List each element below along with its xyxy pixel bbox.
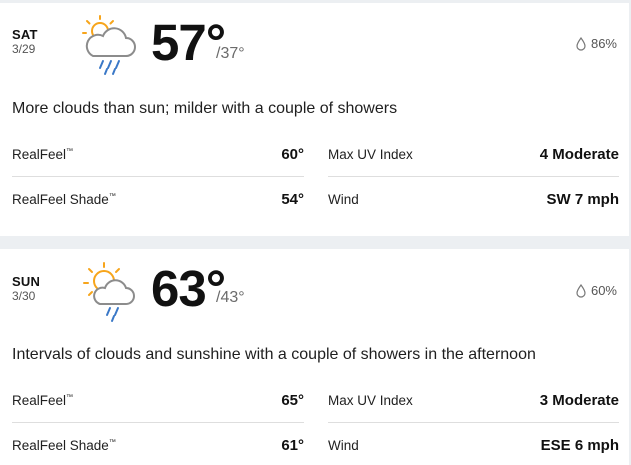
day-of-week: SUN bbox=[12, 274, 41, 289]
precipitation-probability: 86% bbox=[575, 36, 617, 51]
forecast-card-sun[interactable]: SUN 3/30 63° /43° 60% Intervals of cloud… bbox=[0, 249, 629, 465]
forecast-phrase: Intervals of clouds and sunshine with a … bbox=[12, 346, 536, 363]
realfeel-row: RealFeel™ 60° bbox=[12, 132, 304, 177]
realfeel-shade-label: RealFeel Shade™ bbox=[12, 191, 116, 207]
realfeel-row: RealFeel™ 65° bbox=[12, 378, 304, 423]
day-block: SAT 3/29 bbox=[12, 27, 52, 56]
high-temperature: 63° bbox=[151, 260, 226, 317]
wind-label: Wind bbox=[328, 191, 359, 207]
partly-sunny-showers-icon bbox=[83, 262, 135, 322]
forecast-card-sat[interactable]: SAT 3/29 57° /37° 86% More clouds than s… bbox=[0, 3, 629, 236]
realfeel-shade-value: 54° bbox=[281, 190, 304, 208]
raindrop-icon bbox=[576, 36, 586, 51]
raindrop-icon bbox=[576, 283, 586, 298]
partly-cloudy-showers-icon bbox=[82, 15, 136, 75]
max-uv-index-value: 3 Moderate bbox=[539, 391, 619, 409]
realfeel-shade-label: RealFeel Shade™ bbox=[12, 437, 116, 453]
precipitation-value: 60% bbox=[590, 283, 617, 298]
wind-value: ESE 6 mph bbox=[540, 436, 619, 454]
date: 3/29 bbox=[12, 42, 36, 56]
realfeel-shade-row: RealFeel Shade™ 54° bbox=[12, 177, 304, 221]
wind-value: SW 7 mph bbox=[546, 190, 619, 208]
wind-label: Wind bbox=[328, 437, 359, 453]
max-uv-index-label: Max UV Index bbox=[328, 146, 413, 162]
date: 3/30 bbox=[12, 289, 36, 303]
realfeel-value: 60° bbox=[281, 145, 304, 163]
precipitation-value: 86% bbox=[590, 36, 617, 51]
max-uv-index-value: 4 Moderate bbox=[539, 145, 619, 163]
high-temperature: 57° bbox=[151, 14, 226, 71]
daily-forecast-list: SAT 3/29 57° /37° 86% More clouds than s… bbox=[0, 0, 631, 465]
max-uv-index-row: Max UV Index 4 Moderate bbox=[328, 132, 619, 177]
max-uv-index-row: Max UV Index 3 Moderate bbox=[328, 378, 619, 423]
realfeel-shade-row: RealFeel Shade™ 61° bbox=[12, 423, 304, 465]
wind-row: Wind ESE 6 mph bbox=[328, 423, 619, 465]
low-temperature: /43° bbox=[216, 289, 245, 306]
realfeel-shade-value: 61° bbox=[281, 436, 304, 454]
realfeel-value: 65° bbox=[281, 391, 304, 409]
realfeel-label: RealFeel™ bbox=[12, 146, 74, 162]
realfeel-label: RealFeel™ bbox=[12, 392, 74, 408]
max-uv-index-label: Max UV Index bbox=[328, 392, 413, 408]
forecast-phrase: More clouds than sun; milder with a coup… bbox=[12, 100, 398, 117]
low-temperature: /37° bbox=[216, 45, 245, 62]
day-of-week: SAT bbox=[12, 27, 38, 42]
precipitation-probability: 60% bbox=[575, 283, 617, 298]
wind-row: Wind SW 7 mph bbox=[328, 177, 619, 221]
day-block: SUN 3/30 bbox=[12, 274, 52, 303]
